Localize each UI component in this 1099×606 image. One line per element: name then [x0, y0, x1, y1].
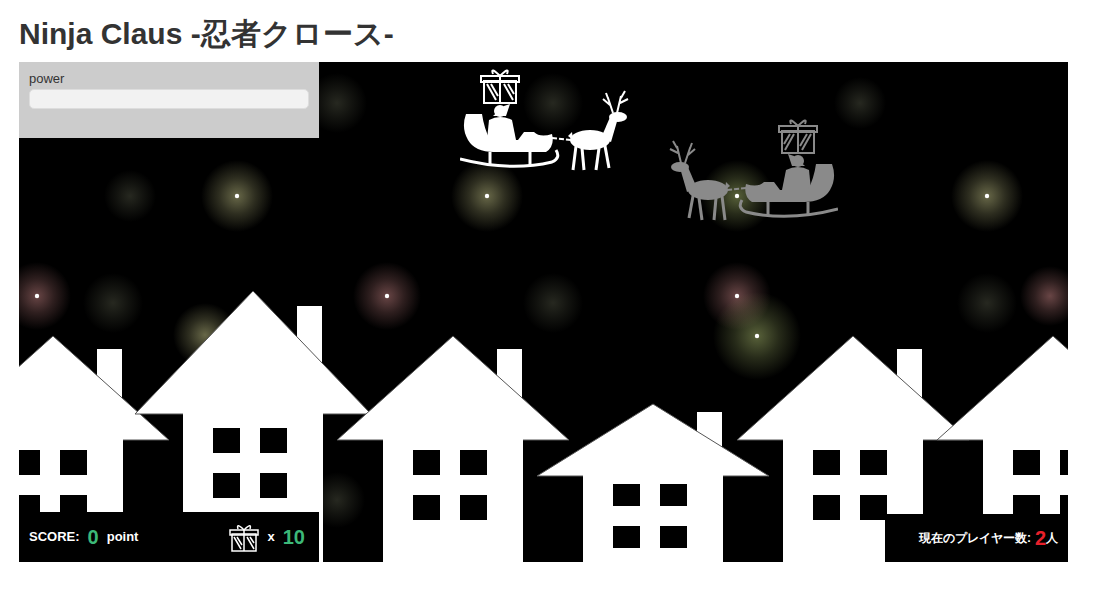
player-count-unit: 人: [1046, 529, 1058, 547]
light: [523, 273, 583, 333]
present-icon: [481, 70, 519, 103]
player-sleigh: [668, 118, 838, 224]
score-value: 0: [88, 522, 99, 552]
light: [201, 160, 273, 232]
present-icon: [228, 521, 260, 553]
light: [951, 160, 1023, 232]
player-count-bar: 現在のプレイヤー数: 2 人: [885, 514, 1068, 562]
power-label: power: [29, 71, 309, 87]
page-title: Ninja Claus -忍者クロース-: [19, 16, 1099, 52]
sleigh-figure: [668, 118, 838, 224]
reindeer-icon: [568, 91, 628, 170]
reindeer-icon: [670, 141, 730, 220]
santa-icon: [487, 104, 516, 140]
player-count-label: 現在のプレイヤー数:: [919, 529, 1031, 547]
present-icon: [779, 120, 817, 153]
score-label: SCORE:: [29, 527, 80, 547]
sleigh-icon: [460, 114, 572, 166]
house: [337, 336, 569, 562]
house: [537, 404, 769, 562]
light: [523, 73, 583, 133]
present-count: 10: [283, 522, 305, 552]
light: [834, 77, 886, 129]
santa-icon: [782, 154, 811, 190]
light: [83, 273, 143, 333]
light: [1020, 266, 1068, 326]
page: Ninja Claus -忍者クロース- power SCORE: 0 poin…: [0, 0, 1099, 562]
power-panel: power: [19, 62, 319, 138]
sleigh-figure: [460, 68, 630, 174]
light: [104, 170, 156, 222]
light: [353, 262, 421, 330]
light: [713, 292, 801, 380]
sleigh-icon: [726, 164, 838, 216]
power-track: [29, 89, 309, 109]
game-canvas[interactable]: power SCORE: 0 point: [19, 62, 1068, 562]
present-multiplier: x: [268, 527, 275, 547]
score-bar: SCORE: 0 point x 10: [19, 512, 319, 562]
player-sleigh: [460, 68, 630, 174]
light: [957, 273, 1017, 333]
score-unit: point: [107, 527, 139, 547]
player-count-value: 2: [1035, 523, 1046, 553]
light: [19, 262, 71, 330]
light: [451, 160, 523, 232]
